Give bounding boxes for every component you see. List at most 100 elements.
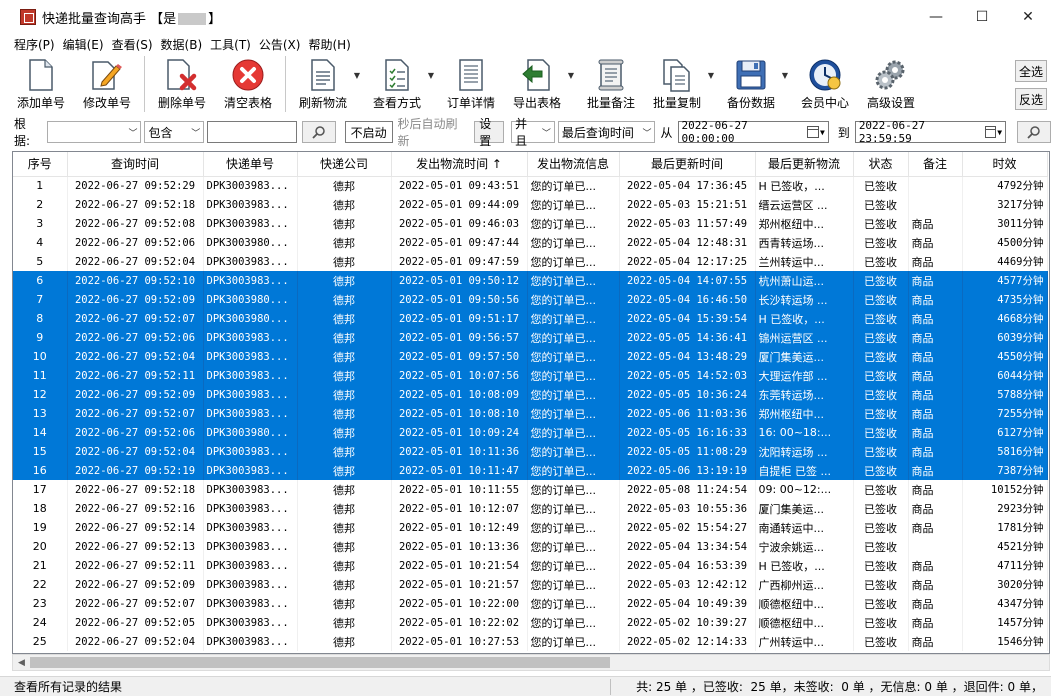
scrollbar-thumb[interactable] xyxy=(30,657,610,668)
batch-note-button[interactable]: 批量备注 xyxy=(580,54,642,116)
menu-view[interactable]: 查看(S) xyxy=(112,36,153,53)
order-detail-button[interactable]: 订单详情 xyxy=(440,54,502,116)
table-row[interactable]: 23 2022-06-27 09:52:07 DPK3003983... 德邦 2022… xyxy=(13,594,1048,613)
cell-courier: 德邦 xyxy=(297,214,392,233)
settings-button[interactable]: 设置 xyxy=(474,117,505,148)
cell-ship-info: 您的订单已... xyxy=(527,461,620,480)
menu-announcement[interactable]: 公告(X) xyxy=(259,36,301,53)
column-header-last-update-time[interactable]: 最后更新时间 xyxy=(619,152,756,177)
menu-program[interactable]: 程序(P) xyxy=(14,36,55,53)
backup-data-button[interactable]: 备份数据 xyxy=(720,54,782,116)
menu-data[interactable]: 数据(B) xyxy=(161,36,203,53)
to-date-picker[interactable]: 2022-06-27 23:59:59 ▼ xyxy=(854,119,1007,145)
table-row[interactable]: 14 2022-06-27 09:52:06 DPK3003980... 德邦 2022… xyxy=(13,423,1048,442)
cell-last-update-info: H 已签收，... xyxy=(755,176,854,195)
refresh-dropdown-arrow[interactable]: ▼ xyxy=(352,58,362,92)
table-row[interactable]: 20 2022-06-27 09:52:13 DPK3003983... 德邦 2022… xyxy=(13,537,1048,556)
table-row[interactable]: 7 2022-06-27 09:52:09 DPK3003980... 德邦 2022-… xyxy=(13,290,1048,309)
advanced-settings-button[interactable]: 高级设置 xyxy=(860,54,922,116)
cell-query-time: 2022-06-27 09:52:04 xyxy=(67,252,204,271)
delete-order-button[interactable]: 删除单号 xyxy=(151,54,213,116)
scroll-left-icon[interactable]: ◀ xyxy=(13,655,30,670)
column-header-courier[interactable]: 快递公司 xyxy=(297,152,392,177)
invert-selection-button[interactable]: 反选 xyxy=(1015,88,1047,110)
table-row[interactable]: 17 2022-06-27 09:52:18 DPK3003983... 德邦 2022… xyxy=(13,480,1048,499)
checklist-icon xyxy=(380,58,414,92)
logic-select[interactable]: 并且 ﹀ xyxy=(511,117,555,148)
table-row[interactable]: 24 2022-06-27 09:52:05 DPK3003983... 德邦 2022… xyxy=(13,613,1048,632)
horizontal-scrollbar[interactable]: ◀ xyxy=(12,654,1050,671)
table-row[interactable]: 12 2022-06-27 09:52:09 DPK3003983... 德邦 2022… xyxy=(13,385,1048,404)
table-row[interactable]: 18 2022-06-27 09:52:16 DPK3003983... 德邦 2022… xyxy=(13,499,1048,518)
clear-table-button[interactable]: 清空表格 xyxy=(217,54,279,116)
cell-duration: 3020分钟 xyxy=(962,575,1048,594)
cell-status: 已签收 xyxy=(853,328,909,347)
export-table-button[interactable]: 导出表格 xyxy=(506,54,568,116)
add-order-button[interactable]: 添加单号 xyxy=(10,54,72,116)
menu-tools[interactable]: 工具(T) xyxy=(210,36,251,53)
export-dropdown-arrow[interactable]: ▼ xyxy=(566,58,576,92)
column-header-ship-info[interactable]: 发出物流信息 xyxy=(527,152,620,177)
table-row[interactable]: 3 2022-06-27 09:52:08 DPK3003983... 德邦 2022-… xyxy=(13,214,1048,233)
minimize-button[interactable]: — xyxy=(913,0,959,34)
column-header-tracking-number[interactable]: 快递单号 xyxy=(203,152,298,177)
table-row[interactable]: 19 2022-06-27 09:52:14 DPK3003983... 德邦 2022… xyxy=(13,518,1048,537)
column-header-index[interactable]: 序号 xyxy=(13,152,68,177)
cell-tracking-number: DPK3003983... xyxy=(203,195,298,214)
table-row[interactable]: 8 2022-06-27 09:52:07 DPK3003980... 德邦 2022-… xyxy=(13,309,1048,328)
close-button[interactable]: ✕ xyxy=(1005,0,1051,34)
delete-order-label: 删除单号 xyxy=(157,96,206,110)
column-header-duration[interactable]: 时效 xyxy=(962,152,1048,177)
table-row[interactable]: 2 2022-06-27 09:52:18 DPK3003983... 德邦 2022-… xyxy=(13,195,1048,214)
table-row[interactable]: 5 2022-06-27 09:52:04 DPK3003983... 德邦 2022-… xyxy=(13,252,1048,271)
search-input[interactable] xyxy=(207,121,297,143)
batch-copy-button[interactable]: 批量复制 xyxy=(646,54,708,116)
select-all-button[interactable]: 全选 xyxy=(1015,60,1047,82)
table-row[interactable]: 10 2022-06-27 09:52:04 DPK3003983... 德邦 2022… xyxy=(13,347,1048,366)
edit-order-button[interactable]: 修改单号 xyxy=(76,54,138,116)
search-button[interactable] xyxy=(301,121,336,143)
refresh-logistics-button[interactable]: 刷新物流 xyxy=(292,54,354,116)
cell-status: 已签收 xyxy=(853,423,909,442)
table-row[interactable]: 11 2022-06-27 09:52:11 DPK3003983... 德邦 2022… xyxy=(13,366,1048,385)
menu-edit[interactable]: 编辑(E) xyxy=(63,36,104,53)
column-header-query-time[interactable]: 查询时间 xyxy=(67,152,204,177)
table-row[interactable]: 4 2022-06-27 09:52:06 DPK3003980... 德邦 2022-… xyxy=(13,233,1048,252)
table-row[interactable]: 16 2022-06-27 09:52:19 DPK3003983... 德邦 2022… xyxy=(13,461,1048,480)
member-center-button[interactable]: 会员中心 xyxy=(794,54,856,116)
date-search-button[interactable] xyxy=(1017,121,1051,143)
table-row[interactable]: 22 2022-06-27 09:52:09 DPK3003983... 德邦 2022… xyxy=(13,575,1048,594)
time-field-select[interactable]: 最后查询时间 ﹀ xyxy=(557,121,656,143)
column-header-note[interactable]: 备注 xyxy=(908,152,963,177)
table-row[interactable]: 15 2022-06-27 09:52:04 DPK3003983... 德邦 2022… xyxy=(13,442,1048,461)
table-row[interactable]: 21 2022-06-27 09:52:11 DPK3003983... 德邦 2022… xyxy=(13,556,1048,575)
column-header-ship-time[interactable]: 发出物流时间 ↑ xyxy=(391,152,528,177)
menu-help[interactable]: 帮助(H) xyxy=(308,36,350,53)
copy-dropdown-arrow[interactable]: ▼ xyxy=(706,58,716,92)
basis-select[interactable]: ﹀ xyxy=(46,121,142,143)
cell-query-time: 2022-06-27 09:52:09 xyxy=(67,575,204,594)
auto-refresh-toggle[interactable]: 不启动 xyxy=(344,121,393,143)
cell-ship-info: 您的订单已... xyxy=(527,233,620,252)
table-row[interactable]: 9 2022-06-27 09:52:06 DPK3003983... 德邦 2022-… xyxy=(13,328,1048,347)
cell-note: 商品 xyxy=(908,442,963,461)
member-clock-icon xyxy=(808,58,842,92)
column-header-last-update-info[interactable]: 最后更新物流 xyxy=(755,152,854,177)
table-row[interactable]: 6 2022-06-27 09:52:10 DPK3003983... 德邦 2022-… xyxy=(13,271,1048,290)
table-row[interactable]: 25 2022-06-27 09:52:04 DPK3003983... 德邦 2022… xyxy=(13,632,1048,651)
table-row[interactable]: 1 2022-06-27 09:52:29 DPK3003983... 德邦 2022-… xyxy=(13,176,1048,195)
copy-icon xyxy=(660,58,694,92)
table-row[interactable]: 13 2022-06-27 09:52:07 DPK3003983... 德邦 2022… xyxy=(13,404,1048,423)
cell-status: 已签收 xyxy=(853,480,909,499)
from-date-picker[interactable]: 2022-06-27 00:00:00 ▼ xyxy=(677,119,829,145)
backup-dropdown-arrow[interactable]: ▼ xyxy=(780,58,790,92)
cell-note: 商品 xyxy=(908,423,963,442)
match-mode-select[interactable]: 包含 ﹀ xyxy=(144,121,205,143)
cell-note: 商品 xyxy=(908,347,963,366)
view-mode-button[interactable]: 查看方式 xyxy=(366,54,428,116)
maximize-button[interactable]: ☐ xyxy=(959,0,1005,34)
status-left-text: 查看所有记录的结果 xyxy=(14,680,123,694)
results-table[interactable]: 序号 查询时间 快递单号 快递公司 发出物流时间 ↑ 发出物流信息 最后更新时间… xyxy=(12,151,1050,654)
view-dropdown-arrow[interactable]: ▼ xyxy=(426,58,436,92)
column-header-status[interactable]: 状态 xyxy=(853,152,909,177)
